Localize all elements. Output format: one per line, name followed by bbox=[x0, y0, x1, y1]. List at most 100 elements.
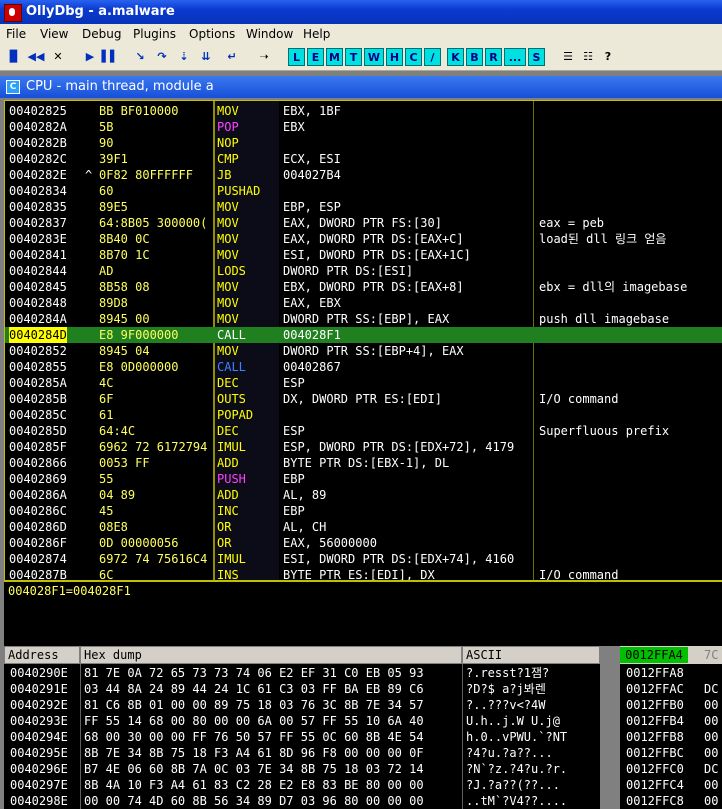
step-over-icon[interactable]: ↷ bbox=[152, 48, 172, 66]
stack-row[interactable]: 0012FFAC DC bbox=[620, 681, 722, 697]
log-window-button[interactable]: L bbox=[288, 48, 305, 66]
disassembly-pane[interactable]: 00402825 BB BF010000 MOV EBX, 1BF 0040282A 5B… bbox=[4, 100, 722, 582]
dump-row[interactable]: 0040298E 00 00 74 4D 60 8B 56 34 89 D7 03… bbox=[4, 793, 600, 809]
disasm-row[interactable]: 0040282E ^ 0F82 80FFFFFF JB 004027B4 bbox=[5, 167, 722, 183]
stack-row[interactable]: 0012FFBC 00 bbox=[620, 745, 722, 761]
disasm-row[interactable]: 0040282A 5B POP EBX bbox=[5, 119, 722, 135]
windows-button[interactable]: W bbox=[364, 48, 384, 66]
disasm-row[interactable]: 0040285B 6F OUTS DX, DWORD PTR ES:[EDI] I/O … bbox=[5, 391, 722, 407]
stack-row[interactable]: 0012FFB0 00 bbox=[620, 697, 722, 713]
list-icon[interactable]: ☰ bbox=[558, 48, 578, 66]
dump-row[interactable]: 0040291E 03 44 8A 24 89 44 24 1C 61 C3 03… bbox=[4, 681, 600, 697]
disasm-row[interactable]: 0040286A 04 89 ADD AL, 89 bbox=[5, 487, 722, 503]
pause-icon[interactable]: ▌▌ bbox=[100, 48, 120, 66]
disasm-row[interactable]: 0040285C 61 POPAD bbox=[5, 407, 722, 423]
dump-row[interactable]: 0040296E B7 4E 06 60 8B 7A 0C 03 7E 34 8B… bbox=[4, 761, 600, 777]
menu-options[interactable]: Options bbox=[189, 27, 235, 41]
stack-pane[interactable]: 0012FFA4 7C 0012FFA8 0012FFAC DC 0012FFB0 00… bbox=[620, 646, 722, 809]
open-icon[interactable]: ▉ bbox=[4, 48, 24, 66]
menu-view[interactable]: View bbox=[40, 27, 68, 41]
step-into-icon[interactable]: ↘ bbox=[130, 48, 150, 66]
rewind-icon[interactable]: ◀◀ bbox=[26, 48, 46, 66]
close-icon[interactable]: ✕ bbox=[48, 48, 68, 66]
run-icon[interactable]: ▶ bbox=[80, 48, 100, 66]
memory-map-button[interactable]: M bbox=[326, 48, 343, 66]
disasm-row[interactable]: 00402844 AD LODS DWORD PTR DS:[ESI] bbox=[5, 263, 722, 279]
disasm-row[interactable]: 0040283E 8B40 0C MOV EAX, DWORD PTR DS:[EAX… bbox=[5, 231, 722, 247]
execute-till-return-icon[interactable]: ↵ bbox=[222, 48, 242, 66]
dump-address: 0040298E bbox=[10, 793, 68, 809]
disasm-comment: I/O command bbox=[539, 391, 618, 407]
disasm-row[interactable]: 0040285A 4C DEC ESP bbox=[5, 375, 722, 391]
executable-modules-button[interactable]: E bbox=[307, 48, 324, 66]
disasm-row[interactable]: 0040284D E8 9F000000 CALL 004028F1 bbox=[5, 327, 722, 343]
stack-row[interactable]: 0012FFC4 00 bbox=[620, 777, 722, 793]
hex-dump-pane[interactable]: Address Hex dump ASCII 0040290E 81 7E 0A … bbox=[4, 646, 600, 809]
cpu-window-titlebar[interactable]: C CPU - main thread, module a bbox=[0, 76, 722, 98]
disasm-hex: 64:8B05 300000( bbox=[99, 215, 215, 231]
stack-row[interactable]: 0012FFA8 bbox=[620, 665, 722, 681]
disasm-operands: EBP, ESP bbox=[283, 199, 535, 215]
disasm-row[interactable]: 0040284A 8945 00 MOV DWORD PTR SS:[EBP], EA… bbox=[5, 311, 722, 327]
dump-row[interactable]: 0040295E 8B 7E 34 8B 75 18 F3 A4 61 8D 96… bbox=[4, 745, 600, 761]
disasm-row[interactable]: 00402835 89E5 MOV EBP, ESP bbox=[5, 199, 722, 215]
disasm-row[interactable]: 00402869 55 PUSH EBP bbox=[5, 471, 722, 487]
references-button[interactable]: R bbox=[485, 48, 502, 66]
cpu-button[interactable]: C bbox=[405, 48, 422, 66]
dump-header-hex[interactable]: Hex dump bbox=[80, 646, 462, 664]
threads-button[interactable]: T bbox=[345, 48, 362, 66]
source-button[interactable]: S bbox=[528, 48, 545, 66]
help-icon[interactable]: ? bbox=[598, 48, 618, 66]
disasm-row[interactable]: 00402837 64:8B05 300000(MOV EAX, DWORD PTR… bbox=[5, 215, 722, 231]
trace-into-icon[interactable]: ⇣ bbox=[174, 48, 194, 66]
window-title: OllyDbg - a.malware bbox=[26, 4, 175, 19]
disasm-row[interactable]: 0040282B 90 NOP bbox=[5, 135, 722, 151]
call-stack-button[interactable]: K bbox=[447, 48, 464, 66]
disasm-row[interactable]: 0040286F 0D 00000056 OR EAX, 56000000 bbox=[5, 535, 722, 551]
run-trace-button[interactable]: ... bbox=[504, 48, 526, 66]
stack-row[interactable]: 0012FFB4 00 bbox=[620, 713, 722, 729]
dump-ascii: ?N`?z.?4?u.?r. bbox=[466, 761, 600, 777]
disasm-row[interactable]: 00402848 89D8 MOV EAX, EBX bbox=[5, 295, 722, 311]
disasm-row[interactable]: 00402855 E8 0D000000 CALL 00402867 bbox=[5, 359, 722, 375]
menu-file[interactable]: File bbox=[6, 27, 26, 41]
dump-header-ascii[interactable]: ASCII bbox=[462, 646, 600, 664]
disasm-row[interactable]: 00402866 0053 FF ADD BYTE PTR DS:[EBX-1], D… bbox=[5, 455, 722, 471]
dump-row[interactable]: 0040294E 68 00 30 00 00 FF 76 50 57 FF 55… bbox=[4, 729, 600, 745]
stack-row[interactable]: 0012FFB8 00 bbox=[620, 729, 722, 745]
disasm-row[interactable]: 00402845 8B58 08 MOV EBX, DWORD PTR DS:[EAX… bbox=[5, 279, 722, 295]
trace-over-icon[interactable]: ⇊ bbox=[196, 48, 216, 66]
menu-window[interactable]: Window bbox=[246, 27, 293, 41]
goto-icon[interactable]: ➝ bbox=[254, 48, 274, 66]
menu-debug[interactable]: Debug bbox=[82, 27, 121, 41]
disasm-row[interactable]: 00402874 6972 74 75616C4 IMUL ESI, DWORD PT… bbox=[5, 551, 722, 567]
dump-row[interactable]: 0040297E 8B 4A 10 F3 A4 61 83 C2 28 E2 E8… bbox=[4, 777, 600, 793]
disasm-operands: ESI, DWORD PTR DS:[EAX+1C] bbox=[283, 247, 535, 263]
disasm-row[interactable]: 00402852 8945 04 MOV DWORD PTR SS:[EBP+4], … bbox=[5, 343, 722, 359]
dump-row[interactable]: 0040293E FF 55 14 68 00 80 00 00 6A 00 57… bbox=[4, 713, 600, 729]
disasm-row[interactable]: 0040286D 08E8 OR AL, CH bbox=[5, 519, 722, 535]
disasm-row[interactable]: 0040285D 64:4C DEC ESP Superfluous prefix bbox=[5, 423, 722, 439]
stack-row[interactable]: 0012FFC0 DC bbox=[620, 761, 722, 777]
breakpoints-button[interactable]: B bbox=[466, 48, 483, 66]
stack-current-address[interactable]: 0012FFA4 bbox=[620, 647, 688, 663]
dump-header-address[interactable]: Address bbox=[4, 646, 80, 664]
stack-row[interactable]: 0012FFC8 00 bbox=[620, 793, 722, 809]
disasm-row[interactable]: 0040286C 45 INC EBP bbox=[5, 503, 722, 519]
stack-current-value: 7C bbox=[704, 647, 718, 663]
dump-row[interactable]: 0040290E 81 7E 0A 72 65 73 73 74 06 E2 EF… bbox=[4, 665, 600, 681]
menu-help[interactable]: Help bbox=[303, 27, 330, 41]
disasm-row[interactable]: 00402841 8B70 1C MOV ESI, DWORD PTR DS:[EAX… bbox=[5, 247, 722, 263]
options-icon[interactable]: ☷ bbox=[578, 48, 598, 66]
disasm-row[interactable]: 0040285F 6962 72 6172794 IMUL ESP, DWORD PT… bbox=[5, 439, 722, 455]
dump-row[interactable]: 0040292E 81 C6 8B 01 00 00 89 75 18 03 76… bbox=[4, 697, 600, 713]
disasm-mnemonic: IMUL bbox=[217, 551, 281, 567]
disasm-row[interactable]: 00402834 60 PUSHAD bbox=[5, 183, 722, 199]
menu-plugins[interactable]: Plugins bbox=[133, 27, 176, 41]
disasm-row[interactable]: 0040282C 39F1 CMP ECX, ESI bbox=[5, 151, 722, 167]
handles-button[interactable]: H bbox=[386, 48, 403, 66]
dump-ascii: h.0..vPWU.`?NT bbox=[466, 729, 600, 745]
dump-ascii: ?D?$ a?j봐렌 bbox=[466, 681, 600, 697]
patches-button[interactable]: / bbox=[424, 48, 441, 66]
disasm-row[interactable]: 00402825 BB BF010000 MOV EBX, 1BF bbox=[5, 103, 722, 119]
